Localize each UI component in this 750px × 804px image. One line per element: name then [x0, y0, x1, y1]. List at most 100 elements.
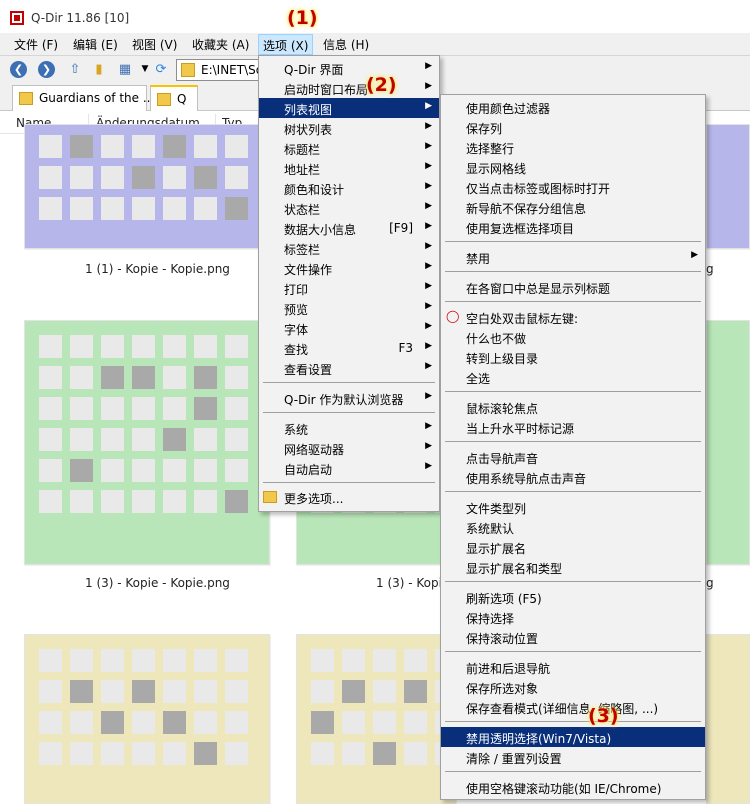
menu-item-system[interactable]: 系统 ▶ [259, 418, 439, 438]
chevron-right-icon: ▶ [425, 441, 432, 451]
chevron-right-icon: ▶ [425, 241, 432, 251]
menu-item-save-columns[interactable]: 保存列 [441, 117, 705, 137]
up-folder-icon[interactable]: ⇧ [66, 61, 84, 78]
menu-item-print[interactable]: 打印 ▶ [259, 278, 439, 298]
view-mode-icon[interactable]: ▦ [116, 61, 134, 78]
folder-icon [263, 491, 277, 503]
menu-item-startup-layout[interactable]: 启动时窗口布局 ▶ [259, 78, 439, 98]
menu-item-mark-source[interactable]: 当上升水平时标记源 [441, 417, 705, 437]
menu-separator [445, 271, 701, 272]
tab-guardians[interactable]: Guardians of the ... [12, 85, 154, 111]
menu-item-grid-lines[interactable]: 显示网格线 [441, 157, 705, 177]
menu-favorites[interactable]: 收藏夹 (A) [192, 36, 249, 53]
menu-item-status-bar[interactable]: 状态栏 ▶ [259, 198, 439, 218]
menu-item-view-settings[interactable]: 查看设置 ▶ [259, 358, 439, 378]
menu-item-keep-scroll[interactable]: 保持滚动位置 [441, 627, 705, 647]
menu-info[interactable]: 信息 (H) [323, 36, 369, 53]
menu-item-open-on-label-click[interactable]: 仅当点击标签或图标时打开 [441, 177, 705, 197]
chevron-right-icon: ▶ [425, 461, 432, 471]
menu-item-space-scroll[interactable]: 使用空格键滚动功能(如 IE/Chrome) [441, 777, 705, 797]
menu-item-full-row-select[interactable]: 选择整行 [441, 137, 705, 157]
menu-item-list-view[interactable]: 列表视图 ▶ [259, 98, 439, 118]
menu-separator [445, 581, 701, 582]
menu-item-keep-selection[interactable]: 保持选择 [441, 607, 705, 627]
menu-item-file-ops[interactable]: 文件操作 ▶ [259, 258, 439, 278]
menu-item-colors[interactable]: 颜色和设计 ▶ [259, 178, 439, 198]
menu-item-autostart[interactable]: 自动启动 ▶ [259, 458, 439, 478]
menu-item-save-selected[interactable]: 保存所选对象 [441, 677, 705, 697]
menu-options[interactable]: 选项 (X) [258, 34, 314, 55]
menu-item-refresh-options: 刷新选项 (F5) [466, 592, 542, 606]
chevron-right-icon: ▶ [425, 341, 432, 351]
menu-separator [445, 441, 701, 442]
thumbnail[interactable] [296, 634, 458, 804]
menu-item-no-group-info[interactable]: 新导航不保存分组信息 [441, 197, 705, 217]
menu-item-data-size[interactable]: 数据大小信息 [F9] ▶ [259, 218, 439, 238]
address-bar[interactable]: E:\INET\So [176, 59, 266, 81]
menu-file[interactable]: 文件 (F) [14, 36, 58, 53]
menu-item-disable-transparent-select[interactable]: 禁用透明选择(Win7/Vista) [441, 727, 705, 747]
menu-separator [445, 651, 701, 652]
menu-item-address-bar[interactable]: 地址栏 ▶ [259, 158, 439, 178]
chevron-right-icon: ▶ [425, 201, 432, 211]
thumbnail-caption: g [706, 576, 714, 590]
menu-edit[interactable]: 编辑 (E) [73, 36, 118, 53]
thumbnail[interactable] [24, 124, 270, 249]
menu-separator [445, 721, 701, 722]
folder-icon [157, 93, 171, 106]
menu-separator [445, 301, 701, 302]
window-title: Q-Dir 11.86 [10] [31, 11, 130, 25]
thumbnail-caption: 1 (1) - Kopie - Kopie.png [85, 262, 230, 276]
menu-item-do-nothing[interactable]: 什么也不做 [441, 327, 705, 347]
menu-item-more-options[interactable]: 更多选项... [259, 487, 439, 507]
menu-separator [263, 382, 435, 383]
menu-item-interface[interactable]: Q-Dir 界面 ▶ [259, 58, 439, 78]
menu-item-tree-list[interactable]: 树状列表 ▶ [259, 118, 439, 138]
thumbnail-caption: 1 (3) - Kopie [376, 576, 450, 590]
mouse-icon: ◯ [446, 309, 460, 323]
forward-icon[interactable]: ❯ [38, 61, 55, 78]
menu-item-nav-sound[interactable]: 点击导航声音 [441, 447, 705, 467]
menu-item-back-forward-nav: 前进和后退导航 [466, 662, 551, 676]
menu-separator [263, 482, 435, 483]
menu-separator [445, 391, 701, 392]
menu-item-network-drives[interactable]: 网络驱动器 ▶ [259, 438, 439, 458]
menu-item-default-browser[interactable]: Q-Dir 作为默认浏览器 ▶ [259, 388, 439, 408]
back-icon[interactable]: ❮ [10, 61, 27, 78]
menu-item-preview[interactable]: 预览 ▶ [259, 298, 439, 318]
menu-item-go-up[interactable]: 转到上级目录 [441, 347, 705, 367]
menu-item-tab-bar[interactable]: 标签栏 ▶ [259, 238, 439, 258]
thumbnail[interactable] [24, 320, 270, 565]
marker-3: (3) [588, 705, 619, 727]
menu-item-title-bar[interactable]: 标题栏 ▶ [259, 138, 439, 158]
thumbnail[interactable] [24, 634, 270, 804]
tab-label: Guardians of the ... [39, 91, 155, 105]
menu-item-save-view-mode[interactable]: 保存查看模式(详细信息, 缩略图, ...) [441, 697, 705, 717]
menu-view[interactable]: 视图 (V) [132, 36, 177, 53]
menu-item-find[interactable]: 查找 F3 ▶ [259, 338, 439, 358]
menu-item-checkbox-select[interactable]: 使用复选框选择项目 [441, 217, 705, 237]
thumbnail[interactable] [706, 320, 750, 565]
thumbnail[interactable] [706, 124, 750, 249]
refresh-icon[interactable]: ⟳ [152, 61, 170, 78]
chevron-right-icon: ▶ [425, 101, 432, 111]
menu-item-select-all[interactable]: 全选 [441, 367, 705, 387]
menu-item-disable[interactable]: 禁用 ▶ [441, 247, 705, 267]
menu-item-font[interactable]: 字体 ▶ [259, 318, 439, 338]
menu-item-show-extension[interactable]: 显示扩展名 [441, 537, 705, 557]
new-folder-icon[interactable]: ▮ [90, 61, 108, 78]
menu-item-color-filter[interactable]: 使用颜色过滤器 [441, 97, 705, 117]
tab-q[interactable]: Q [150, 85, 198, 111]
menu-item-system-nav-sound[interactable]: 使用系统导航点击声音 [441, 467, 705, 487]
chevron-right-icon: ▶ [425, 301, 432, 311]
chevron-right-icon: ▶ [425, 261, 432, 271]
thumbnail[interactable] [706, 634, 750, 804]
menu-bar: 文件 (F) 编辑 (E) 视图 (V) 收藏夹 (A) 选项 (X) 信息 (… [0, 33, 750, 55]
menu-item-system-default[interactable]: 系统默认 [441, 517, 705, 537]
menu-item-always-show-headers[interactable]: 在各窗口中总是显示列标题 [441, 277, 705, 297]
app-icon[interactable] [10, 11, 24, 25]
menu-item-reset-columns[interactable]: 清除 / 重置列设置 [441, 747, 705, 767]
menu-item-wheel-focus[interactable]: 鼠标滚轮焦点 [441, 397, 705, 417]
title-bar: Q-Dir 11.86 [10] [0, 0, 750, 33]
menu-item-show-extension-type[interactable]: 显示扩展名和类型 [441, 557, 705, 577]
